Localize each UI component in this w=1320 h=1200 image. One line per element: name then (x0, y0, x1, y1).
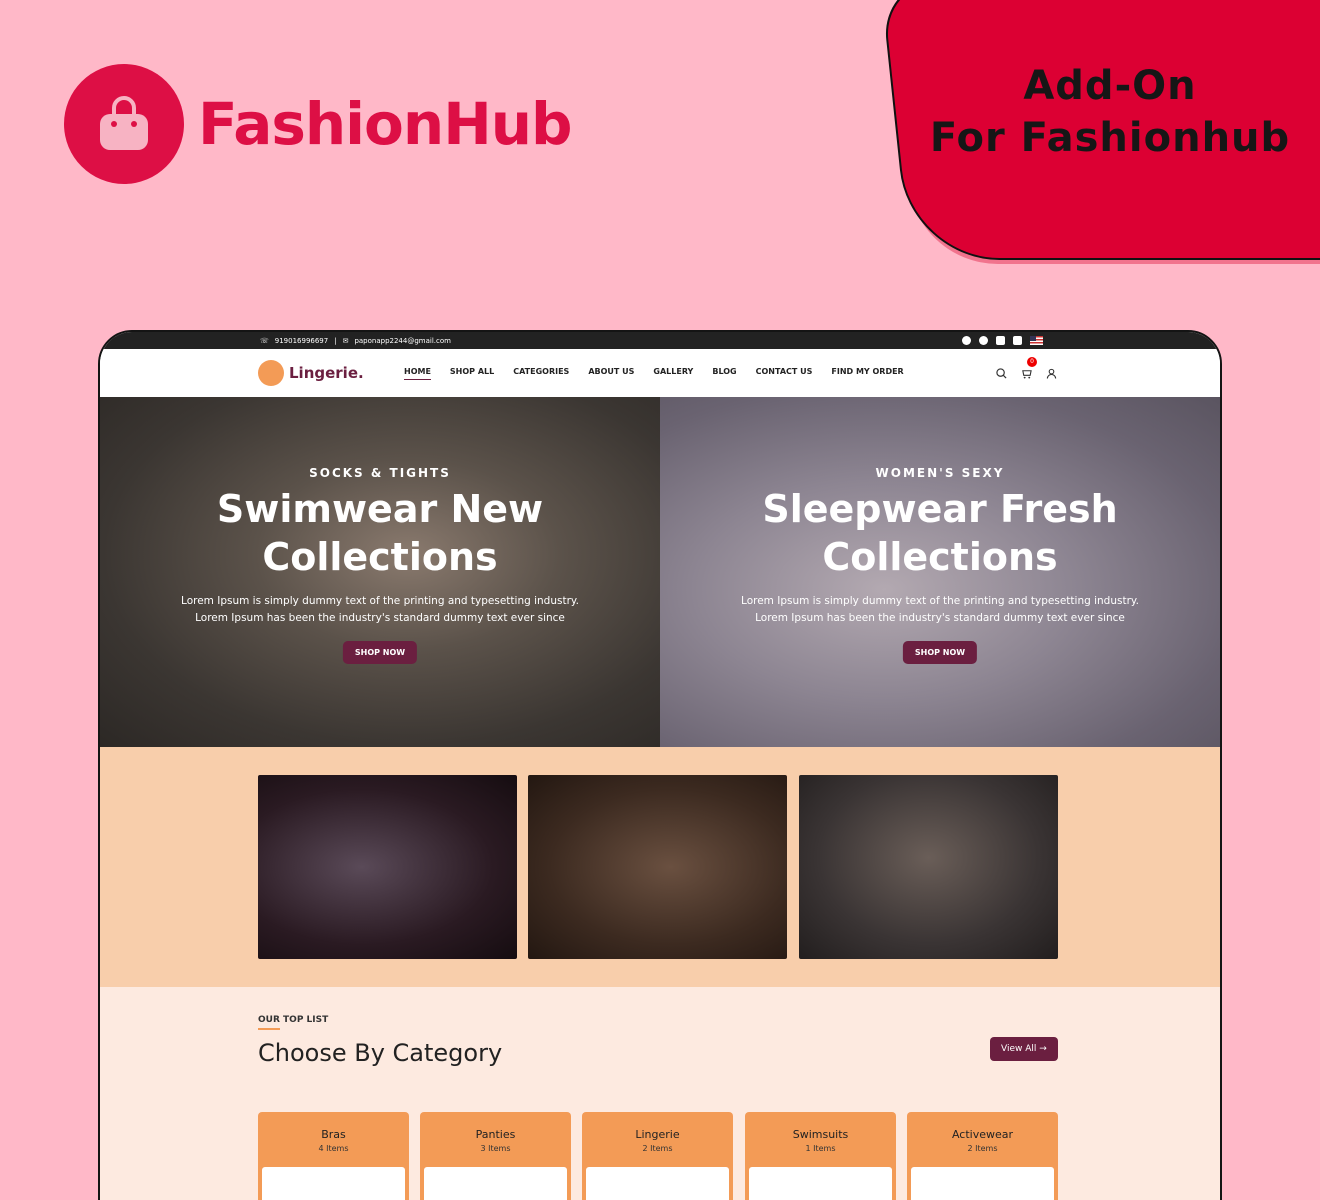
category-card-bras[interactable]: Bras 4 Items (258, 1112, 409, 1200)
nav-contact-us[interactable]: CONTACT US (756, 367, 813, 380)
nav-about-us[interactable]: ABOUT US (588, 367, 634, 380)
website-preview: ☏ 919016996697 | ✉ paponapp2244@gmail.co… (98, 330, 1222, 1200)
cart-icon (1022, 369, 1032, 379)
nav-blog[interactable]: BLOG (712, 367, 736, 380)
badge-line-2: For Fashionhub (929, 115, 1291, 161)
facebook-icon[interactable] (962, 336, 971, 345)
category-card-activewear[interactable]: Activewear 2 Items (907, 1112, 1058, 1200)
shop-now-button[interactable]: SHOP NOW (902, 641, 978, 664)
us-flag-icon[interactable] (1030, 336, 1043, 345)
hero-subtitle: WOMEN'S SEXY (875, 466, 1005, 480)
category-image (749, 1167, 892, 1200)
view-all-button[interactable]: View All → (990, 1037, 1058, 1061)
brand-logo[interactable]: Lingerie. (258, 360, 364, 386)
nav-home[interactable]: HOME (404, 367, 431, 380)
twitter-icon[interactable] (979, 336, 988, 345)
user-icon[interactable] (1046, 368, 1057, 379)
nav-categories[interactable]: CATEGORIES (513, 367, 569, 380)
fashionhub-logo: FashionHub (64, 64, 573, 184)
category-image (262, 1167, 405, 1200)
linkedin-icon[interactable] (1013, 336, 1022, 345)
instagram-icon[interactable] (996, 336, 1005, 345)
cart-button[interactable]: 0 (1021, 356, 1037, 383)
shop-now-button[interactable]: SHOP NOW (342, 641, 418, 664)
hero-description: Lorem Ipsum is simply dummy text of the … (741, 595, 1139, 624)
main-nav: Lingerie. HOME SHOP ALL CATEGORIES ABOUT… (100, 349, 1220, 397)
email-icon: ✉ (342, 336, 349, 345)
lingerie-logo-icon (258, 360, 284, 386)
nav-shop-all[interactable]: SHOP ALL (450, 367, 494, 380)
section-eyebrow: OUR TOP LIST (258, 1015, 329, 1025)
nav-find-my-order[interactable]: FIND MY ORDER (831, 367, 903, 380)
category-image (424, 1167, 567, 1200)
gallery-strip (100, 747, 1220, 987)
top-bar: ☏ 919016996697 | ✉ paponapp2244@gmail.co… (100, 332, 1220, 349)
cart-count-badge: 0 (1027, 356, 1037, 367)
hero-subtitle: SOCKS & TIGHTS (309, 466, 451, 480)
gallery-image[interactable] (528, 775, 787, 959)
category-image (586, 1167, 729, 1200)
phone-icon: ☏ (260, 336, 269, 345)
phone-number[interactable]: 919016996697 (275, 337, 328, 345)
logo-text: FashionHub (198, 90, 573, 158)
category-image (911, 1167, 1054, 1200)
arrow-right-icon: → (1039, 1044, 1047, 1054)
hero-panel-swimwear: SOCKS & TIGHTS Swimwear New Collections … (100, 397, 660, 747)
hero-banner: SOCKS & TIGHTS Swimwear New Collections … (100, 397, 1220, 747)
category-card-swimsuits[interactable]: Swimsuits 1 Items (745, 1112, 896, 1200)
gallery-image[interactable] (799, 775, 1058, 959)
hero-panel-sleepwear: WOMEN'S SEXY Sleepwear Fresh Collections… (660, 397, 1220, 747)
eyebrow-underline (258, 1028, 280, 1030)
brand-name: Lingerie. (289, 364, 364, 382)
gallery-image[interactable] (258, 775, 517, 959)
hero-title: Swimwear New Collections (216, 487, 544, 579)
nav-menu: HOME SHOP ALL CATEGORIES ABOUT US GALLER… (404, 367, 904, 380)
section-title: Choose By Category (258, 1039, 503, 1067)
hero-description: Lorem Ipsum is simply dummy text of the … (181, 595, 579, 624)
search-icon[interactable] (996, 367, 1007, 379)
category-card-lingerie[interactable]: Lingerie 2 Items (582, 1112, 733, 1200)
badge-line-1: Add-On (1023, 63, 1197, 109)
email-address[interactable]: paponapp2244@gmail.com (354, 337, 451, 345)
hero-title: Sleepwear Fresh Collections (762, 487, 1118, 579)
category-card-panties[interactable]: Panties 3 Items (420, 1112, 571, 1200)
nav-gallery[interactable]: GALLERY (653, 367, 693, 380)
category-section: OUR TOP LIST Choose By Category View All… (100, 987, 1220, 1200)
addon-badge: Add-On For Fashionhub (880, 0, 1320, 265)
shopping-bag-icon (64, 64, 184, 184)
